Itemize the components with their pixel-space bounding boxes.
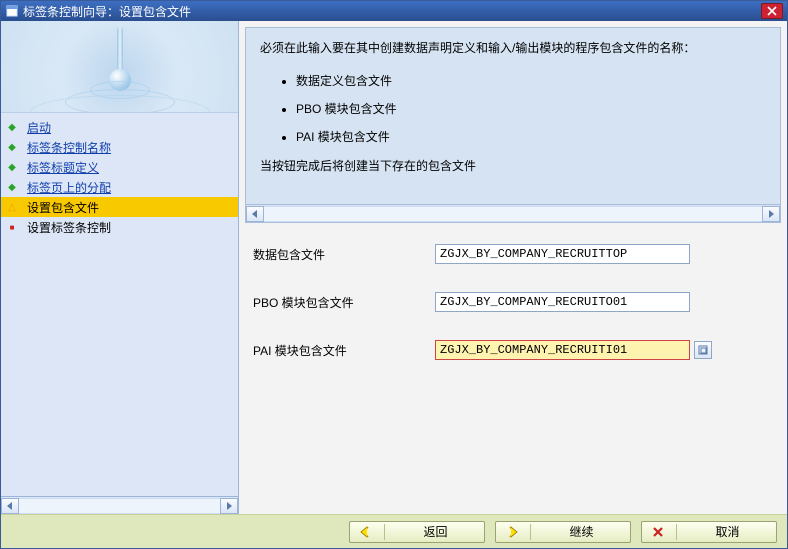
wizard-button-bar: 返回 继续 取消 — [1, 514, 787, 548]
instructions-box: 必须在此输入要在其中创建数据声明定义和输入/输出模块的程序包含文件的名称： 数据… — [245, 27, 781, 205]
step-title-def[interactable]: ◆ 标签标题定义 — [1, 157, 238, 177]
instructions-truncated: 当按钮完成后将创建当下存在的包含文件 — [260, 157, 766, 174]
pai-include-input[interactable] — [435, 340, 690, 360]
status-done-icon: ◆ — [5, 122, 19, 133]
list-item: PBO 模块包含文件 — [296, 96, 766, 124]
include-files-form: 数据包含文件 PBO 模块包含文件 PAI 模块包含文件 — [245, 223, 781, 514]
back-button[interactable]: 返回 — [349, 521, 485, 543]
status-pending-icon: ■ — [5, 223, 19, 232]
form-row-pbo-include: PBO 模块包含文件 — [253, 289, 773, 315]
data-include-input[interactable] — [435, 244, 690, 264]
step-link[interactable]: 标签条控制名称 — [27, 139, 111, 156]
value-help-button[interactable] — [694, 341, 712, 359]
status-current-icon: △ — [5, 202, 19, 213]
step-assign[interactable]: ◆ 标签页上的分配 — [1, 177, 238, 197]
scroll-track[interactable] — [264, 206, 762, 222]
sidebar-scrollbar[interactable] — [1, 496, 238, 514]
step-label: 设置标签条控制 — [27, 219, 111, 236]
scroll-left-button[interactable] — [246, 206, 264, 222]
scroll-right-button[interactable] — [762, 206, 780, 222]
status-done-icon: ◆ — [5, 142, 19, 153]
step-label: 设置包含文件 — [27, 199, 99, 216]
instructions-scrollbar[interactable] — [245, 205, 781, 223]
wizard-content: 必须在此输入要在其中创建数据声明定义和输入/输出模块的程序包含文件的名称： 数据… — [239, 21, 787, 514]
step-include-files[interactable]: △ 设置包含文件 — [1, 197, 238, 217]
continue-icon — [504, 524, 520, 540]
window-icon — [5, 4, 19, 18]
status-done-icon: ◆ — [5, 162, 19, 173]
step-control-name[interactable]: ◆ 标签条控制名称 — [1, 137, 238, 157]
field-label: PBO 模块包含文件 — [253, 294, 435, 311]
list-item: PAI 模块包含文件 — [296, 124, 766, 152]
instructions-list: 数据定义包含文件 PBO 模块包含文件 PAI 模块包含文件 — [296, 68, 766, 151]
title-bar: 标签条控制向导：设置包含文件 — [1, 1, 787, 21]
list-item: 数据定义包含文件 — [296, 68, 766, 96]
field-label: 数据包含文件 — [253, 246, 435, 263]
scroll-right-button[interactable] — [220, 498, 238, 514]
pbo-include-input[interactable] — [435, 292, 690, 312]
form-row-pai-include: PAI 模块包含文件 — [253, 337, 773, 363]
field-label: PAI 模块包含文件 — [253, 342, 435, 359]
instructions-text: 必须在此输入要在其中创建数据声明定义和输入/输出模块的程序包含文件的名称： — [260, 38, 766, 58]
window-title: 标签条控制向导：设置包含文件 — [23, 3, 191, 20]
back-icon — [358, 524, 374, 540]
scroll-left-button[interactable] — [1, 498, 19, 514]
close-button[interactable] — [761, 3, 783, 19]
step-start[interactable]: ◆ 启动 — [1, 117, 238, 137]
step-link[interactable]: 标签标题定义 — [27, 159, 99, 176]
step-link[interactable]: 启动 — [27, 119, 51, 136]
sidebar-banner — [1, 21, 238, 113]
wizard-sidebar: ◆ 启动 ◆ 标签条控制名称 ◆ 标签标题定义 ◆ 标签页上的分配 △ 设置 — [1, 21, 239, 514]
cancel-button[interactable]: 取消 — [641, 521, 777, 543]
form-row-data-include: 数据包含文件 — [253, 241, 773, 267]
button-label: 继续 — [541, 523, 622, 540]
scroll-track[interactable] — [19, 498, 220, 514]
cancel-icon — [650, 524, 666, 540]
button-label: 返回 — [395, 523, 476, 540]
button-label: 取消 — [687, 523, 768, 540]
step-set-control[interactable]: ■ 设置标签条控制 — [1, 217, 238, 237]
wizard-window: 标签条控制向导：设置包含文件 ◆ 启动 ◆ 标签条控制名 — [0, 0, 788, 549]
status-done-icon: ◆ — [5, 182, 19, 193]
wizard-steps: ◆ 启动 ◆ 标签条控制名称 ◆ 标签标题定义 ◆ 标签页上的分配 △ 设置 — [1, 113, 238, 496]
step-link[interactable]: 标签页上的分配 — [27, 179, 111, 196]
continue-button[interactable]: 继续 — [495, 521, 631, 543]
